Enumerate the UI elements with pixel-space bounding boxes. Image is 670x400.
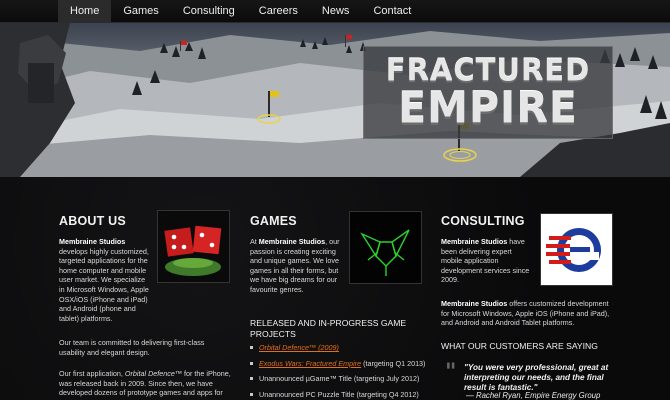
project-rest: (targeting Q1 2013) bbox=[361, 358, 426, 368]
nav-games[interactable]: Games bbox=[111, 0, 170, 23]
consulting-studio-name-2: Membraine Studios bbox=[441, 299, 508, 308]
games-p1-pre: At bbox=[250, 237, 259, 246]
project-item-3: Unannounced µGame™ Title (targeting July… bbox=[250, 374, 425, 390]
consulting-studio-name: Membraine Studios bbox=[441, 237, 508, 246]
nav-careers[interactable]: Careers bbox=[247, 0, 310, 23]
project-item-2: Exodus Wars: Fractured Empire (targeting… bbox=[250, 359, 425, 375]
games-project-list: Orbital Defence™ (2009) Exodus Wars: Fra… bbox=[250, 343, 425, 400]
hero-banner: FRACTURED EMPIRE bbox=[0, 23, 670, 177]
games-paragraph-1: At Membraine Studios, our passion is cre… bbox=[250, 237, 342, 295]
nav-home[interactable]: Home bbox=[58, 0, 112, 23]
about-dice-image bbox=[157, 210, 230, 283]
bullet-icon bbox=[250, 346, 253, 349]
bullet-icon bbox=[250, 392, 253, 396]
customers-title: WHAT OUR CUSTOMERS ARE SAYING bbox=[441, 341, 598, 351]
logo-line-fractured: FRACTURED bbox=[385, 52, 591, 88]
project-rest: Unannounced PC Puzzle Title (targeting Q… bbox=[259, 389, 419, 399]
energy-logo-icon bbox=[541, 214, 612, 285]
games-title: GAMES bbox=[250, 214, 297, 228]
nav-contact[interactable]: Contact bbox=[361, 0, 423, 23]
quote-attribution: — Rachel Ryan, Empire Energy Group bbox=[466, 391, 601, 400]
bullet-icon bbox=[250, 377, 253, 380]
consulting-paragraph-1: Membraine Studios have been delivering e… bbox=[441, 237, 534, 285]
nav-consulting[interactable]: Consulting bbox=[171, 0, 247, 23]
customer-quote: "You were very professional, great at in… bbox=[464, 363, 609, 392]
nav-menu: Home Games Consulting Careers News Conta… bbox=[58, 0, 423, 23]
consulting-logo-image bbox=[540, 213, 613, 286]
wireframe-ship-icon bbox=[350, 212, 421, 283]
games-projects-title: RELEASED AND IN-PROGRESS GAME PROJECTS bbox=[250, 318, 407, 339]
about-studio-name: Membraine Studios bbox=[59, 237, 126, 246]
project-item-1: Orbital Defence™ (2009) bbox=[250, 343, 425, 359]
project-link-orbital-defence[interactable]: Orbital Defence™ (2009) bbox=[259, 343, 339, 352]
project-rest: Unannounced µGame™ Title (targeting July… bbox=[259, 374, 420, 383]
about-title: ABOUT US bbox=[59, 214, 126, 228]
quote-mark-icon: " bbox=[445, 359, 457, 385]
hero-logo: FRACTURED EMPIRE bbox=[363, 46, 613, 139]
nav-news[interactable]: News bbox=[310, 0, 362, 23]
top-navigation: Home Games Consulting Careers News Conta… bbox=[0, 0, 670, 23]
about-paragraph-2: Our team is committed to delivering firs… bbox=[59, 338, 205, 357]
bullet-icon bbox=[250, 361, 253, 365]
main-content: ABOUT US Membraine Studios develops high… bbox=[0, 177, 670, 400]
about-p3-pre: Our first application, bbox=[59, 369, 125, 378]
project-link-exodus-wars[interactable]: Exodus Wars: Fractured Empire bbox=[259, 359, 361, 368]
logo-line-empire: EMPIRE bbox=[398, 82, 578, 134]
games-wireframe-image bbox=[349, 211, 422, 284]
about-paragraph-1: Membraine Studios develops highly custom… bbox=[59, 237, 149, 323]
about-intro-text: develops highly customized, targeted app… bbox=[59, 246, 149, 323]
games-studio-name: Membraine Studios bbox=[258, 237, 326, 246]
about-p3-title: Orbital Defence™ bbox=[124, 369, 183, 378]
consulting-paragraph-2: Membraine Studios offers customized deve… bbox=[441, 299, 613, 328]
project-item-4: Unannounced PC Puzzle Title (targeting Q… bbox=[250, 390, 425, 400]
consulting-title: CONSULTING bbox=[441, 214, 525, 228]
about-paragraph-3: Our first application, Orbital Defence™ … bbox=[59, 369, 231, 398]
dice-icon bbox=[158, 211, 229, 282]
